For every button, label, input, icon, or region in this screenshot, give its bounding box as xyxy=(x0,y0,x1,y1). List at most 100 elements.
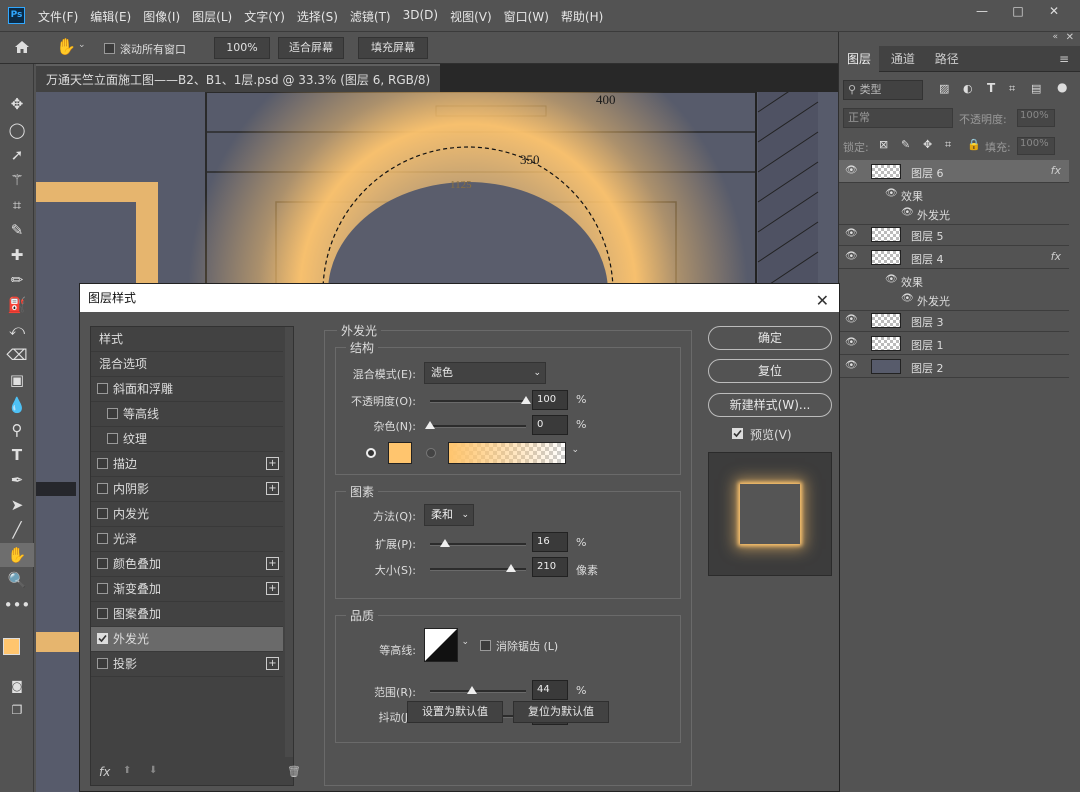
reset-button[interactable]: 复位 xyxy=(708,359,832,383)
move-down-icon[interactable]: ⬇ xyxy=(149,765,157,776)
range-slider[interactable] xyxy=(430,686,526,694)
ok-button[interactable]: 确定 xyxy=(708,326,832,350)
style-checkbox[interactable] xyxy=(97,458,108,469)
fill-input[interactable]: 100% xyxy=(1017,137,1055,155)
add-style-button[interactable]: + xyxy=(266,582,279,595)
style-checkbox[interactable] xyxy=(97,658,108,669)
foreground-color-swatch[interactable] xyxy=(3,638,20,655)
panel-close-icon[interactable]: ✕ xyxy=(1066,32,1074,43)
glow-gradient-picker[interactable]: ⌄ xyxy=(448,442,579,464)
style-item-drop-shadow[interactable]: 投影 + xyxy=(91,652,283,677)
eye-icon[interactable]: 👁 xyxy=(885,274,898,286)
add-style-button[interactable]: + xyxy=(266,557,279,570)
menu-select[interactable]: 选择(S) xyxy=(297,8,338,25)
healing-brush-tool-icon[interactable]: ✚ xyxy=(0,243,34,267)
magic-wand-tool-icon[interactable]: ⚚ xyxy=(0,168,34,192)
opacity-input[interactable]: 100 xyxy=(532,390,568,410)
tab-paths[interactable]: 路径 xyxy=(927,46,967,72)
filter-smart-icon[interactable]: ▤ xyxy=(1031,82,1041,95)
noise-input[interactable]: 0 xyxy=(532,415,568,435)
style-item-stroke[interactable]: 描边 + xyxy=(91,452,283,477)
noise-slider[interactable] xyxy=(425,421,526,429)
preview-checkbox[interactable] xyxy=(732,428,743,439)
pen-tool-icon[interactable]: ✒ xyxy=(0,468,34,492)
minimize-button[interactable]: — xyxy=(966,0,998,22)
home-icon[interactable] xyxy=(14,40,30,54)
style-item-pattern-overlay[interactable]: 图案叠加 xyxy=(91,602,283,627)
glow-color-swatch[interactable] xyxy=(388,442,412,464)
spread-slider[interactable] xyxy=(430,539,526,547)
dialog-close-icon[interactable]: ✕ xyxy=(816,287,829,315)
maximize-button[interactable]: □ xyxy=(1002,0,1034,22)
menu-view[interactable]: 视图(V) xyxy=(450,8,492,25)
style-item-styles[interactable]: 样式 xyxy=(91,327,283,352)
gradient-radio[interactable] xyxy=(426,448,436,458)
style-list-scrollbar[interactable] xyxy=(285,327,293,757)
layer-row-6[interactable]: 👁 图层 6 fx xyxy=(839,160,1069,183)
zoom-100-button[interactable]: 100% xyxy=(214,37,270,59)
eye-icon[interactable]: 👁 xyxy=(845,251,858,263)
filter-pixel-icon[interactable]: ▨ xyxy=(939,82,949,95)
size-slider[interactable] xyxy=(430,564,526,572)
add-style-button[interactable]: + xyxy=(266,482,279,495)
layer-row-4[interactable]: 👁 图层 4 fx xyxy=(839,246,1069,269)
menu-window[interactable]: 窗口(W) xyxy=(504,8,549,25)
lock-pixels-icon[interactable]: ⊠ xyxy=(879,138,888,151)
dodge-tool-icon[interactable]: ⚲ xyxy=(0,418,34,442)
filter-toggle-icon[interactable]: ● xyxy=(1057,80,1067,94)
menu-layer[interactable]: 图层(L) xyxy=(192,8,232,25)
fx-icon[interactable]: fx xyxy=(1051,164,1061,177)
solid-color-radio[interactable] xyxy=(366,448,376,458)
style-item-outer-glow[interactable]: 外发光 xyxy=(91,627,283,652)
style-item-texture[interactable]: 纹理 xyxy=(91,427,283,452)
style-checkbox[interactable] xyxy=(97,533,108,544)
style-item-inner-shadow[interactable]: 内阴影 + xyxy=(91,477,283,502)
range-slider-knob[interactable] xyxy=(467,686,478,694)
eye-icon[interactable]: 👁 xyxy=(901,293,914,305)
tab-layers[interactable]: 图层 xyxy=(839,46,880,72)
layer-opacity-input[interactable]: 100% xyxy=(1017,109,1055,127)
set-default-button[interactable]: 设置为默认值 xyxy=(407,701,503,723)
scroll-all-checkbox[interactable] xyxy=(104,43,115,54)
eye-icon[interactable]: 👁 xyxy=(901,207,914,219)
noise-slider-knob[interactable] xyxy=(425,421,435,429)
panel-collapse-icon[interactable]: « xyxy=(1052,32,1058,42)
history-brush-tool-icon[interactable]: ⤺ xyxy=(0,318,34,342)
eye-icon[interactable]: 👁 xyxy=(845,314,858,326)
spread-input[interactable]: 16 xyxy=(532,532,568,552)
style-checkbox[interactable] xyxy=(97,508,108,519)
clone-stamp-tool-icon[interactable]: ⛽ xyxy=(0,293,34,317)
tab-channels[interactable]: 通道 xyxy=(883,46,923,72)
brush-tool-icon[interactable]: ✏ xyxy=(0,268,34,292)
style-item-blending-options[interactable]: 混合选项 xyxy=(91,352,283,377)
fx-menu-icon[interactable]: fx xyxy=(99,765,110,779)
move-tool-icon[interactable]: ✥ xyxy=(0,92,34,116)
style-checkbox[interactable] xyxy=(97,558,108,569)
eye-icon[interactable]: 👁 xyxy=(885,188,898,200)
menu-3d[interactable]: 3D(D) xyxy=(403,8,438,25)
style-item-contour[interactable]: 等高线 xyxy=(91,402,283,427)
contour-picker[interactable]: ⌄ xyxy=(424,628,469,662)
layer-kind-select[interactable]: ⚲ 类型 xyxy=(843,80,923,100)
size-slider-knob[interactable] xyxy=(505,564,516,572)
eye-icon[interactable]: 👁 xyxy=(845,228,858,240)
layer-outer-glow-row[interactable]: 👁 外发光 xyxy=(839,202,1069,225)
tool-preset-chevron-icon[interactable]: ⌄ xyxy=(78,40,86,50)
fit-screen-button[interactable]: 适合屏幕 xyxy=(278,37,344,59)
style-checkbox[interactable] xyxy=(97,608,108,619)
menu-file[interactable]: 文件(F) xyxy=(38,8,78,25)
quick-mask-icon[interactable]: ◙ xyxy=(0,674,34,698)
new-style-button[interactable]: 新建样式(W)... xyxy=(708,393,832,417)
layer-row-5[interactable]: 👁 图层 5 xyxy=(839,223,1069,246)
move-up-icon[interactable]: ⬆ xyxy=(123,765,131,776)
layer-row-3[interactable]: 👁 图层 3 xyxy=(839,309,1069,332)
style-checkbox[interactable] xyxy=(107,408,118,419)
gradient-tool-icon[interactable]: ▣ xyxy=(0,368,34,392)
more-tools-icon[interactable]: ••• xyxy=(0,593,34,617)
style-checkbox[interactable] xyxy=(97,483,108,494)
menu-image[interactable]: 图像(I) xyxy=(143,8,180,25)
type-tool-icon[interactable]: T xyxy=(0,443,34,467)
menu-filter[interactable]: 滤镜(T) xyxy=(350,8,391,25)
trash-icon[interactable]: 🗑 xyxy=(287,765,301,778)
hand-tool-active-icon[interactable]: ✋ xyxy=(0,543,34,567)
